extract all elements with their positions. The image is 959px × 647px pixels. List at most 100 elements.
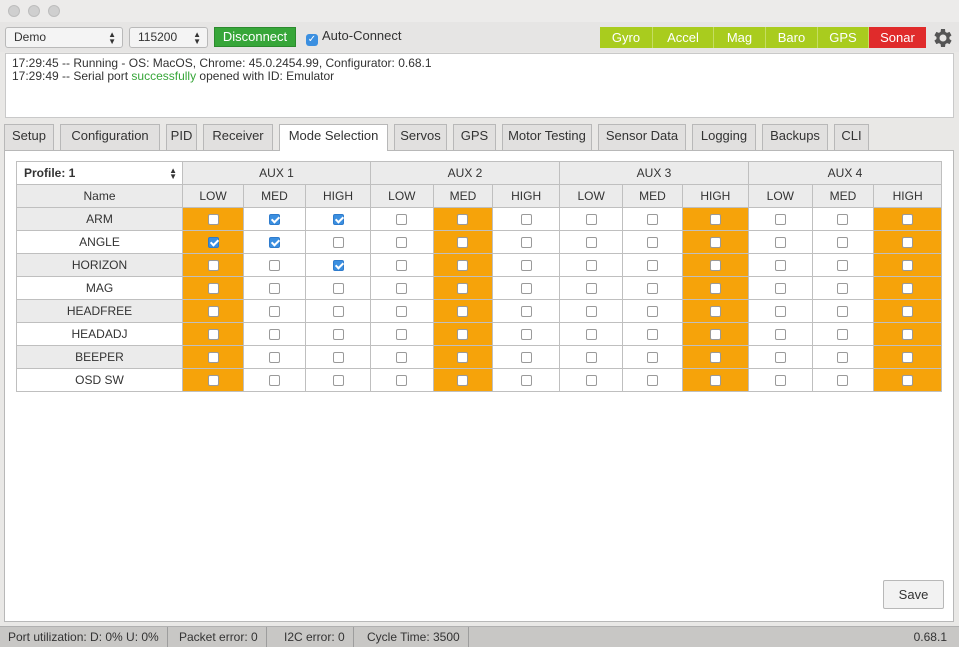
range-checkbox[interactable] xyxy=(709,329,721,341)
range-checkbox[interactable] xyxy=(837,306,849,318)
tab-setup[interactable]: Setup xyxy=(4,124,54,150)
tab-pid[interactable]: PID xyxy=(166,124,197,150)
range-checkbox[interactable] xyxy=(709,306,721,318)
range-checkbox[interactable] xyxy=(646,375,658,387)
range-checkbox[interactable] xyxy=(207,237,219,249)
range-checkbox[interactable] xyxy=(207,214,219,226)
range-checkbox[interactable] xyxy=(269,283,280,295)
range-checkbox[interactable] xyxy=(837,260,849,272)
range-checkbox[interactable] xyxy=(902,352,914,364)
range-checkbox[interactable] xyxy=(902,260,914,272)
range-checkbox[interactable] xyxy=(902,283,914,295)
tab-configuration[interactable]: Configuration xyxy=(60,124,160,150)
range-checkbox[interactable] xyxy=(207,283,219,295)
disconnect-button[interactable]: Disconnect xyxy=(214,27,296,47)
range-checkbox[interactable] xyxy=(774,214,786,226)
range-checkbox[interactable] xyxy=(396,306,408,318)
range-checkbox[interactable] xyxy=(396,283,408,295)
range-checkbox[interactable] xyxy=(585,306,597,318)
range-checkbox[interactable] xyxy=(774,306,786,318)
range-checkbox[interactable] xyxy=(520,237,532,249)
range-checkbox[interactable] xyxy=(457,375,469,387)
range-checkbox[interactable] xyxy=(837,237,849,249)
range-checkbox[interactable] xyxy=(332,237,344,249)
profile-select[interactable]: Profile: 1 ▲ ▼ xyxy=(16,161,183,185)
range-checkbox[interactable] xyxy=(585,260,597,272)
range-checkbox[interactable] xyxy=(396,214,408,226)
range-checkbox[interactable] xyxy=(709,375,721,387)
range-checkbox[interactable] xyxy=(457,214,469,226)
range-checkbox[interactable] xyxy=(646,306,658,318)
range-checkbox[interactable] xyxy=(457,329,469,341)
range-checkbox[interactable] xyxy=(646,352,658,364)
range-checkbox[interactable] xyxy=(457,237,469,249)
save-button[interactable]: Save xyxy=(883,580,944,609)
range-checkbox[interactable] xyxy=(207,352,219,364)
range-checkbox[interactable] xyxy=(457,352,469,364)
range-checkbox[interactable] xyxy=(585,329,597,341)
range-checkbox[interactable] xyxy=(269,260,280,272)
range-checkbox[interactable] xyxy=(269,306,280,318)
range-checkbox[interactable] xyxy=(837,352,849,364)
tab-servos[interactable]: Servos xyxy=(394,124,447,150)
range-checkbox[interactable] xyxy=(774,375,786,387)
tab-cli[interactable]: CLI xyxy=(834,124,869,150)
tab-sensor-data[interactable]: Sensor Data xyxy=(598,124,686,150)
range-checkbox[interactable] xyxy=(269,352,280,364)
range-checkbox[interactable] xyxy=(585,352,597,364)
range-checkbox[interactable] xyxy=(646,214,658,226)
range-checkbox[interactable] xyxy=(457,283,469,295)
range-checkbox[interactable] xyxy=(332,352,344,364)
range-checkbox[interactable] xyxy=(207,375,219,387)
range-checkbox[interactable] xyxy=(332,214,344,226)
auto-connect-checkbox[interactable]: ✓ Auto-Connect xyxy=(306,28,402,46)
range-checkbox[interactable] xyxy=(520,352,532,364)
range-checkbox[interactable] xyxy=(396,329,408,341)
port-select[interactable]: Demo ▲ ▼ xyxy=(5,27,123,48)
range-checkbox[interactable] xyxy=(837,214,849,226)
tab-receiver[interactable]: Receiver xyxy=(203,124,273,150)
range-checkbox[interactable] xyxy=(332,306,344,318)
minimize-window-button[interactable] xyxy=(28,5,40,17)
range-checkbox[interactable] xyxy=(646,329,658,341)
range-checkbox[interactable] xyxy=(774,329,786,341)
tab-motor-testing[interactable]: Motor Testing xyxy=(502,124,592,150)
range-checkbox[interactable] xyxy=(332,283,344,295)
range-checkbox[interactable] xyxy=(837,283,849,295)
range-checkbox[interactable] xyxy=(646,237,658,249)
range-checkbox[interactable] xyxy=(774,283,786,295)
baud-rate-select[interactable]: 115200 ▲ ▼ xyxy=(129,27,208,48)
range-checkbox[interactable] xyxy=(457,306,469,318)
range-checkbox[interactable] xyxy=(332,329,344,341)
gear-icon[interactable] xyxy=(931,26,955,50)
range-checkbox[interactable] xyxy=(709,260,721,272)
range-checkbox[interactable] xyxy=(396,352,408,364)
range-checkbox[interactable] xyxy=(396,375,408,387)
range-checkbox[interactable] xyxy=(585,214,597,226)
range-checkbox[interactable] xyxy=(269,329,280,341)
range-checkbox[interactable] xyxy=(837,329,849,341)
range-checkbox[interactable] xyxy=(520,214,532,226)
range-checkbox[interactable] xyxy=(207,260,219,272)
range-checkbox[interactable] xyxy=(902,214,914,226)
range-checkbox[interactable] xyxy=(520,306,532,318)
range-checkbox[interactable] xyxy=(646,283,658,295)
range-checkbox[interactable] xyxy=(902,306,914,318)
range-checkbox[interactable] xyxy=(396,237,408,249)
range-checkbox[interactable] xyxy=(207,329,219,341)
close-window-button[interactable] xyxy=(8,5,20,17)
range-checkbox[interactable] xyxy=(902,329,914,341)
range-checkbox[interactable] xyxy=(902,375,914,387)
range-checkbox[interactable] xyxy=(585,375,597,387)
range-checkbox[interactable] xyxy=(774,237,786,249)
range-checkbox[interactable] xyxy=(774,260,786,272)
range-checkbox[interactable] xyxy=(709,283,721,295)
range-checkbox[interactable] xyxy=(774,352,786,364)
range-checkbox[interactable] xyxy=(207,306,219,318)
tab-backups[interactable]: Backups xyxy=(762,124,828,150)
range-checkbox[interactable] xyxy=(269,237,280,249)
range-checkbox[interactable] xyxy=(396,260,408,272)
range-checkbox[interactable] xyxy=(902,237,914,249)
range-checkbox[interactable] xyxy=(520,283,532,295)
range-checkbox[interactable] xyxy=(585,237,597,249)
